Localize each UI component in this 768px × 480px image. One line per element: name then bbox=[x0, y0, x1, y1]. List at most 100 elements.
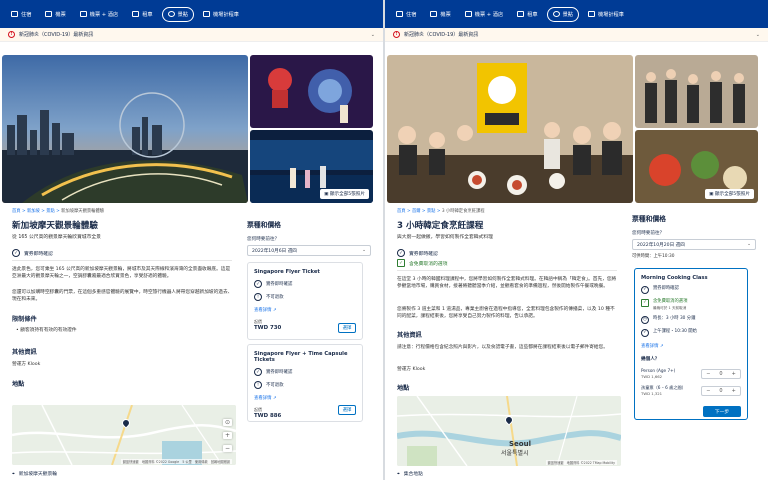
crumb-home[interactable]: 首頁 bbox=[12, 209, 21, 214]
main-photo-marina-bay[interactable] bbox=[2, 55, 248, 203]
decrease-button[interactable]: − bbox=[702, 371, 715, 377]
description-paragraph-1: 在這堂 3 小時的韓國料理課程中，您將學習如何製作全套韓式料理。在韓語中稱為「韓… bbox=[397, 277, 617, 290]
option-feature: ✓ 實券即時確認 bbox=[641, 286, 741, 294]
ticket-card: Singapore Flyer Ticket ✓ 實券即時確認 ! 不可退款 查看詳… bbox=[247, 262, 363, 340]
nav-airport-taxi[interactable]: 機場計程車 bbox=[198, 8, 244, 21]
child-quantity-stepper: − 0 + bbox=[701, 385, 741, 396]
top-nav: 住宿 機票 機票 + 酒店 租車 景點 機場計程車 bbox=[0, 0, 383, 28]
crumb-home[interactable]: 首頁 bbox=[397, 209, 406, 214]
increase-button[interactable]: + bbox=[727, 388, 740, 394]
decrease-button[interactable]: − bbox=[702, 388, 715, 394]
map-city-label-korean: 서울특별시 bbox=[501, 450, 529, 457]
taxi-icon bbox=[587, 11, 595, 17]
nav-flights[interactable]: 機票 bbox=[40, 8, 70, 21]
location-map[interactable]: ⊙ + − 鍵盤快速鍵 地圖資料 ©2022 Google 5 公里 使用條款 … bbox=[12, 405, 236, 465]
map-city-label: Seoul bbox=[509, 440, 531, 448]
restrictions-heading: 限制條件 bbox=[12, 316, 37, 323]
select-ticket-button[interactable]: 選擇 bbox=[338, 405, 356, 415]
location-row: ⌖ 新加坡摩天觀景輪 bbox=[12, 471, 58, 478]
operator-text: 營運方 Klook bbox=[397, 367, 426, 372]
nav-attractions[interactable]: 景點 bbox=[161, 6, 194, 22]
map-credit: 鍵盤快速鍵 地圖資料 ©2022 Google 5 公里 使用條款 回報地圖錯誤 bbox=[120, 459, 232, 464]
map-locate-button[interactable]: ⊙ bbox=[223, 419, 232, 426]
available-time: 可供時間：上午10:30 bbox=[632, 254, 675, 259]
photo-gallery: ▣ 顯示全部5張照片 bbox=[2, 55, 373, 203]
other-info-text: 請注意：行程價格包含紀念照片與影片，以及食譜電子書，這些都將在課程結束後以電子郵… bbox=[397, 345, 608, 350]
covid-banner[interactable]: ! 新冠肺炎（COVID-19）最新資訊 ⌄ bbox=[385, 28, 768, 42]
view-all-photos-button[interactable]: ▣ 顯示全部5張照片 bbox=[705, 189, 754, 199]
ticket-details-link[interactable]: 查看詳情 ↗ bbox=[254, 307, 356, 313]
nav-car-rental[interactable]: 租車 bbox=[127, 8, 157, 21]
date-select[interactable]: 2022年10月20日 週四 ⌄ bbox=[632, 239, 756, 250]
view-all-photos-button[interactable]: ▣ 顯示全部5張照片 bbox=[320, 189, 369, 199]
left-window: 住宿 機票 機票 + 酒店 租車 景點 機場計程車 ! 新冠肺炎（COVID-1… bbox=[0, 0, 383, 480]
chevron-down-icon: ⌄ bbox=[370, 31, 375, 38]
bed-icon bbox=[11, 11, 18, 17]
plane-bed-icon bbox=[79, 11, 87, 17]
child-row: 孩童票（6 – 6 歲之間） TWD 1,321 − 0 + bbox=[641, 385, 741, 396]
photo-time-capsule-2[interactable]: ▣ 顯示全部5張照片 bbox=[250, 130, 373, 203]
ticket-name: Singapore Flyer Ticket bbox=[254, 269, 320, 275]
chevron-down-icon: ⌄ bbox=[747, 242, 751, 247]
photo-time-capsule-1[interactable] bbox=[250, 55, 373, 128]
top-nav: 住宿 機票 機票 + 酒店 租車 景點 機場計程車 bbox=[385, 0, 768, 28]
nav-flight-hotel[interactable]: 機票 + 酒店 bbox=[460, 8, 508, 21]
calendar-check-icon: ✓ bbox=[641, 299, 649, 307]
check-circle-icon: ✓ bbox=[641, 329, 649, 337]
bed-icon bbox=[396, 11, 403, 17]
crumb-attractions[interactable]: 景點 bbox=[46, 209, 55, 214]
instant-confirmation: ✓ 實券即時確認 bbox=[12, 249, 53, 257]
nav-stays[interactable]: 住宿 bbox=[6, 8, 36, 21]
increase-button[interactable]: + bbox=[727, 371, 740, 377]
nav-car-rental[interactable]: 租車 bbox=[512, 8, 542, 21]
option-feature: ✓ 上午課程・10:30 開始 bbox=[641, 329, 741, 337]
location-heading: 地點 bbox=[397, 385, 410, 392]
plane-bed-icon bbox=[464, 11, 472, 17]
restriction-item: • 顧客須持有有效的有效證件 bbox=[16, 328, 77, 333]
other-info-heading: 其他資訊 bbox=[12, 349, 37, 356]
date-select[interactable]: 2022年10月6日 週四 ⌄ bbox=[247, 245, 371, 256]
location-map[interactable]: Seoul 서울특별시 鍵盤快速鍵 地圖資料 ©2022 TMap Mobili… bbox=[397, 396, 621, 466]
free-cancellation: ✓ 含免費取消的選項 bbox=[397, 259, 447, 267]
car-icon bbox=[517, 11, 525, 17]
plane-icon bbox=[430, 11, 438, 17]
car-icon bbox=[132, 11, 140, 17]
operator-text: 營運方 Klook bbox=[12, 362, 41, 367]
nav-attractions[interactable]: 景點 bbox=[546, 6, 579, 22]
people-heading: 幾個人？ bbox=[641, 357, 660, 362]
check-circle-icon: ✓ bbox=[254, 368, 262, 376]
covid-banner[interactable]: ! 新冠肺炎（COVID-19）最新資訊 ⌄ bbox=[0, 28, 383, 42]
breadcrumb: 首頁 > 首爾 > 景點 > 3 小時韓定食烹飪課程 bbox=[397, 209, 485, 214]
nav-stays[interactable]: 住宿 bbox=[391, 8, 421, 21]
alert-icon: ! bbox=[393, 31, 400, 38]
next-button[interactable]: 下一步 bbox=[703, 406, 741, 418]
chevron-down-icon: ⌄ bbox=[362, 248, 366, 253]
child-count: 0 bbox=[719, 387, 723, 394]
map-zoom-out-button[interactable]: − bbox=[223, 445, 232, 452]
tickets-heading: 票種和價格 bbox=[632, 215, 666, 223]
description-paragraph-2: 您還可以加購時空膠囊的門票，在這個多重感官體驗的展覽中，時空旅行機器人將帶您穿越… bbox=[12, 290, 233, 303]
photo-gallery: ▣ 顯示全部5張照片 bbox=[387, 55, 758, 203]
map-zoom-in-button[interactable]: + bbox=[223, 432, 232, 439]
photo-market[interactable] bbox=[635, 55, 758, 128]
option-details-link[interactable]: 查看詳情 ↗ bbox=[641, 343, 741, 349]
photo-ingredients[interactable]: ▣ 顯示全部5張照片 bbox=[635, 130, 758, 203]
crumb-city[interactable]: 新加坡 bbox=[27, 209, 40, 214]
nav-flight-hotel[interactable]: 機票 + 酒店 bbox=[75, 8, 123, 21]
option-feature: ✓ 含免費取消的選項 最晚可於 1 天前取消 bbox=[641, 299, 741, 311]
alert-icon: ! bbox=[8, 31, 15, 38]
nav-airport-taxi[interactable]: 機場計程車 bbox=[583, 8, 629, 21]
meeting-point-row: ⌖ 集合地點 bbox=[397, 471, 423, 478]
chevron-down-icon: ⌄ bbox=[755, 31, 760, 38]
crumb-city[interactable]: 首爾 bbox=[412, 209, 421, 214]
calendar-check-icon: ✓ bbox=[397, 259, 405, 267]
main-photo-cooking-class[interactable] bbox=[387, 55, 633, 203]
ticket-name: Singapore Flyer + Time Capsule Tickets bbox=[254, 351, 348, 363]
check-circle-icon: ✓ bbox=[12, 249, 20, 257]
ticket-details-link[interactable]: 查看詳情 ↗ bbox=[254, 395, 356, 401]
description-paragraph-2: 您將製作 3 道主菜和 1 道湯品，專業主廚會在過程中指導您，全套料理包含製作的… bbox=[397, 307, 615, 320]
nav-flights[interactable]: 機票 bbox=[425, 8, 455, 21]
no-refund-icon: ! bbox=[254, 293, 262, 301]
crumb-attractions[interactable]: 景點 bbox=[427, 209, 436, 214]
select-ticket-button[interactable]: 選擇 bbox=[338, 323, 356, 333]
